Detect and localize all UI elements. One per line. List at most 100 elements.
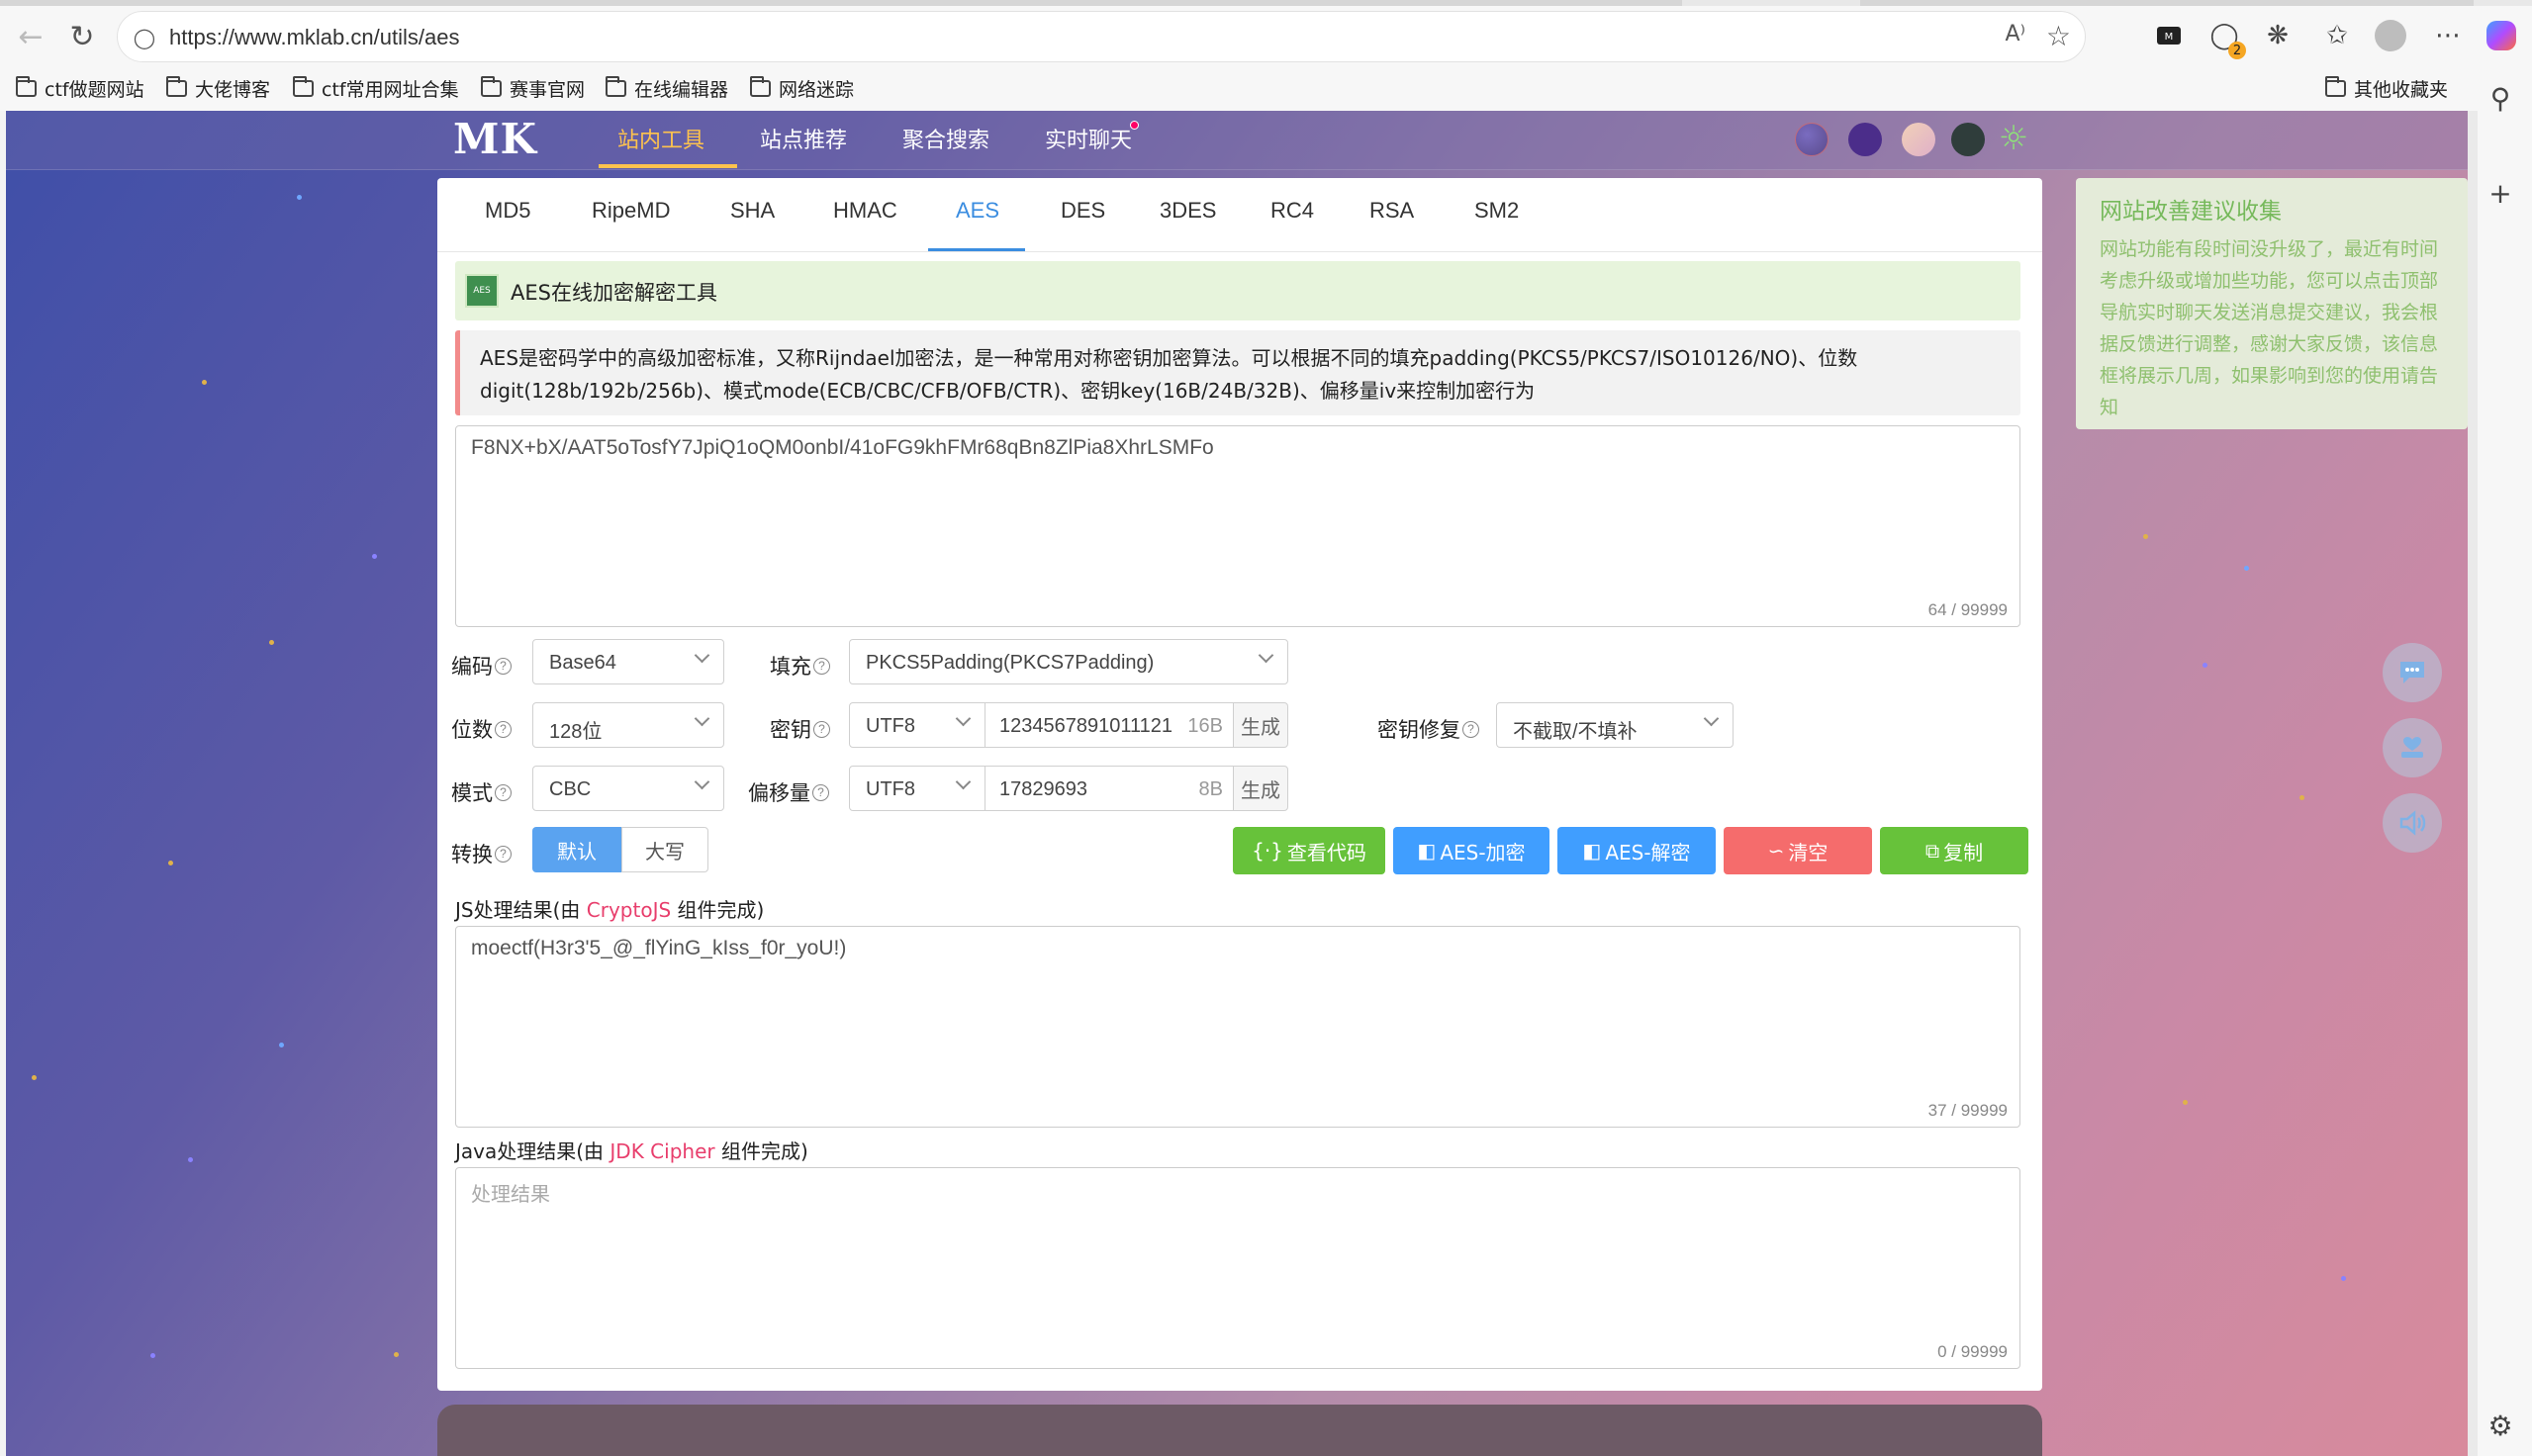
generate-iv-button[interactable]: 生成 — [1233, 766, 1288, 811]
help-icon[interactable]: ? — [495, 720, 512, 738]
favorites-icon[interactable]: ✩ — [2317, 16, 2357, 55]
tab-3des[interactable]: 3DES — [1160, 198, 1216, 224]
search-icon[interactable]: ⚲ — [2482, 79, 2519, 117]
nav-aggregate-search[interactable]: 聚合搜索 — [902, 123, 989, 154]
generate-key-button[interactable]: 生成 — [1233, 702, 1288, 748]
sun-icon[interactable]: ☼ — [1996, 119, 2031, 158]
iv-charset-value: UTF8 — [866, 778, 915, 800]
theme-color-swatch[interactable] — [1902, 123, 1935, 156]
key-input[interactable]: 1234567891011121 16B — [985, 702, 1234, 748]
site-logo[interactable]: MK — [453, 115, 537, 163]
url-text[interactable]: https://www.mklab.cn/utils/aes — [169, 25, 459, 50]
bookmark-folder[interactable]: 大佬博客 — [166, 75, 270, 102]
extension-badge-icon[interactable]: ◯ 2 — [2204, 16, 2246, 59]
convert-default-button[interactable]: 默认 — [532, 827, 621, 872]
decrypt-button[interactable]: ◧ AES-解密 — [1557, 827, 1716, 874]
settings-gear-icon[interactable]: ⚙ — [2482, 1407, 2519, 1444]
reload-icon[interactable]: ↻ — [59, 14, 105, 59]
site-info-icon[interactable]: ◯ — [130, 23, 159, 52]
more-menu-icon[interactable]: ⋯ — [2428, 16, 2468, 55]
nav-site-recommend[interactable]: 站点推荐 — [760, 123, 847, 154]
tab-aes[interactable]: AES — [956, 198, 999, 224]
read-aloud-icon[interactable]: A⁾ — [2006, 22, 2025, 46]
help-icon[interactable]: ? — [495, 657, 512, 675]
help-icon[interactable]: ? — [813, 720, 830, 738]
key-value[interactable]: 1234567891011121 — [999, 715, 1172, 738]
browser-chrome: ← ↻ ◯ https://www.mklab.cn/utils/aes A⁾ … — [0, 0, 2532, 111]
help-icon[interactable]: ? — [813, 657, 830, 675]
other-bookmarks-folder[interactable]: 其他收藏夹 — [2325, 75, 2448, 102]
speaker-icon — [2399, 810, 2426, 836]
js-result-suffix: 组件完成) — [671, 898, 765, 922]
nav-live-chat[interactable]: 实时聊天 — [1045, 123, 1132, 154]
iv-value[interactable]: 17829693 — [999, 778, 1087, 801]
bookmark-folder[interactable]: 网络迷踪 — [750, 75, 854, 102]
key-charset-value: UTF8 — [866, 715, 915, 737]
mode-value: CBC — [549, 778, 592, 800]
tab-rsa[interactable]: RSA — [1369, 198, 1414, 224]
back-icon[interactable]: ← — [8, 14, 53, 59]
java-result-textarea[interactable]: 处理结果 0 / 99999 — [455, 1167, 2020, 1369]
lock-icon: ◧ — [1417, 839, 1437, 863]
tab-ripemd[interactable]: RipeMD — [592, 198, 670, 224]
theme-color-swatch[interactable] — [1951, 123, 1985, 156]
extension-icon[interactable]: M — [2149, 16, 2189, 55]
help-icon[interactable]: ? — [812, 783, 829, 801]
help-icon[interactable]: ? — [495, 783, 512, 801]
nav-site-tools[interactable]: 站内工具 — [617, 123, 704, 154]
chat-bubble-button[interactable] — [2383, 643, 2442, 702]
js-result-text[interactable]: moectf(H3r3'5_@_flYinG_kIss_f0r_yoU!) — [471, 937, 846, 960]
iv-input[interactable]: 17829693 8B — [985, 766, 1234, 811]
js-result-textarea[interactable]: moectf(H3r3'5_@_flYinG_kIss_f0r_yoU!) 37… — [455, 926, 2020, 1128]
encrypt-button[interactable]: ◧ AES-加密 — [1393, 827, 1549, 874]
clear-button[interactable]: ∽ 清空 — [1724, 827, 1872, 874]
tab-strip-segment — [1860, 0, 2474, 6]
bits-select[interactable]: 128位 — [532, 702, 724, 748]
mode-label: 模式? — [451, 777, 512, 807]
copilot-icon[interactable] — [2482, 16, 2521, 55]
extensions-puzzle-icon[interactable]: ❋ — [2258, 16, 2298, 55]
input-textarea[interactable]: F8NX+bX/AAT5oTosfY7JpiQ1oQM0onbI/41oFG9k… — [455, 425, 2020, 627]
mode-select[interactable]: CBC — [532, 766, 724, 811]
favorite-star-icon[interactable]: ☆ — [2046, 20, 2071, 52]
theme-color-swatch[interactable] — [1848, 123, 1882, 156]
chat-notification-dot — [1130, 121, 1139, 130]
tab-sha[interactable]: SHA — [730, 198, 775, 224]
java-result-placeholder: 处理结果 — [471, 1182, 550, 1206]
help-icon[interactable]: ? — [1462, 720, 1479, 738]
tab-sm2[interactable]: SM2 — [1474, 198, 1519, 224]
help-icon[interactable]: ? — [495, 845, 512, 863]
add-icon[interactable]: + — [2482, 174, 2519, 212]
js-result-lib: CryptoJS — [586, 898, 672, 922]
bookmark-folder[interactable]: 在线编辑器 — [606, 75, 728, 102]
convert-uppercase-button[interactable]: 大写 — [621, 827, 708, 872]
iv-charset-select[interactable]: UTF8 — [849, 766, 985, 811]
padding-select[interactable]: PKCS5Padding(PKCS7Padding) — [849, 639, 1288, 684]
key-label: 密钥? — [770, 714, 830, 744]
tab-rc4[interactable]: RC4 — [1270, 198, 1314, 224]
copy-button[interactable]: ⧉ 复制 — [1880, 827, 2028, 874]
like-button[interactable] — [2383, 718, 2442, 777]
bookmark-folder[interactable]: 赛事官网 — [481, 75, 585, 102]
tab-des[interactable]: DES — [1061, 198, 1105, 224]
key-fix-label-text: 密钥修复 — [1377, 718, 1460, 742]
iv-label-text: 偏移量 — [748, 781, 810, 805]
decor-star — [372, 554, 377, 559]
bookmark-folder[interactable]: ctf做题网站 — [16, 75, 144, 102]
tab-hmac[interactable]: HMAC — [833, 198, 897, 224]
profile-avatar[interactable] — [2371, 16, 2410, 55]
bookmark-folder[interactable]: ctf常用网址合集 — [293, 75, 459, 102]
tab-md5[interactable]: MD5 — [485, 198, 530, 224]
key-size: 16B — [1187, 715, 1223, 737]
address-bar[interactable]: ◯ https://www.mklab.cn/utils/aes A⁾ ☆ — [117, 11, 2086, 62]
key-fix-select[interactable]: 不截取/不填补 — [1496, 702, 1734, 748]
encoding-select[interactable]: Base64 — [532, 639, 724, 684]
view-code-button[interactable]: {·} 查看代码 — [1233, 827, 1385, 874]
theme-color-swatch[interactable] — [1795, 123, 1829, 156]
sound-button[interactable] — [2383, 793, 2442, 853]
page-viewport: MK 站内工具 站点推荐 聚合搜索 实时聊天 ☼ MD5 RipeMD SHA … — [6, 111, 2468, 1456]
input-text[interactable]: F8NX+bX/AAT5oTosfY7JpiQ1oQM0onbI/41oFG9k… — [471, 436, 1214, 460]
key-charset-select[interactable]: UTF8 — [849, 702, 985, 748]
page-scrollbar[interactable] — [2468, 111, 2478, 1456]
eraser-icon: ∽ — [1767, 839, 1785, 863]
